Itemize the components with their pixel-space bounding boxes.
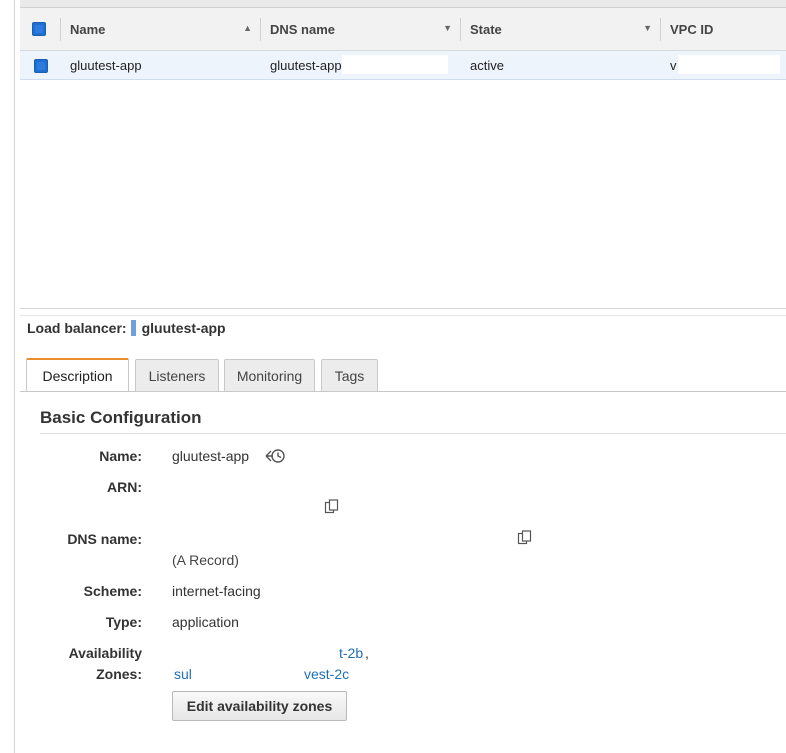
tab-label: Description <box>42 368 113 384</box>
row-dns-name: gluutest-app <box>270 58 342 73</box>
column-header-state[interactable]: State ▼ <box>460 8 660 51</box>
dns-name-label: DNS name: <box>67 531 142 547</box>
availability-zones-label: Availability <box>68 645 142 661</box>
detail-panel-title: Load balancer: gluutest-app <box>27 320 226 336</box>
tab-monitoring[interactable]: Monitoring <box>224 359 315 392</box>
list-separator: , <box>365 645 369 661</box>
sort-menu-icon[interactable]: ▼ <box>443 23 452 33</box>
row-name: gluutest-app <box>70 58 142 73</box>
subnet-link[interactable]: sul <box>174 666 192 682</box>
redaction-box <box>678 55 780 74</box>
dns-record-type: (A Record) <box>172 552 239 568</box>
tab-label: Monitoring <box>236 368 303 384</box>
availability-zones-label-line2: Zones: <box>96 666 142 682</box>
column-header-label: VPC ID <box>670 22 714 37</box>
redaction-box <box>342 55 448 74</box>
name-value: gluutest-app <box>172 448 250 464</box>
row-vpc-id: v <box>670 58 677 73</box>
toolbar-strip <box>20 0 786 8</box>
copy-arn-icon[interactable] <box>324 499 340 515</box>
sort-menu-icon[interactable]: ▼ <box>643 23 652 33</box>
table-row[interactable]: gluutest-app gluutest-app active v <box>20 51 786 80</box>
type-value: application <box>172 614 239 630</box>
scheme-value: internet-facing <box>172 583 261 599</box>
panel-divider-shadow <box>20 315 786 316</box>
availability-zone-link[interactable]: t-2b <box>339 645 363 661</box>
availability-zone-link[interactable]: vest-2c <box>304 666 349 682</box>
load-balancer-name: gluutest-app <box>141 320 226 336</box>
tabs-underline <box>20 391 786 392</box>
copy-dns-icon[interactable] <box>517 530 533 546</box>
select-all-checkbox[interactable] <box>32 22 46 36</box>
left-panel-border <box>14 0 15 753</box>
name-label: Name: <box>99 448 142 464</box>
load-balancer-label: Load balancer: <box>27 320 127 336</box>
edit-availability-zones-button[interactable]: Edit availability zones <box>172 691 347 721</box>
section-title: Basic Configuration <box>40 408 202 427</box>
tab-label: Listeners <box>148 368 206 384</box>
status-marker <box>130 320 136 336</box>
row-state: active <box>470 58 504 73</box>
tab-label: Tags <box>334 368 365 384</box>
tab-description[interactable]: Description <box>26 358 129 392</box>
column-header-label: DNS name <box>270 22 336 37</box>
panel-divider[interactable] <box>20 308 786 309</box>
column-header-name[interactable]: Name ▲ <box>60 8 260 51</box>
sort-ascending-icon[interactable]: ▲ <box>243 23 252 33</box>
arn-label: ARN: <box>107 479 142 495</box>
history-icon[interactable] <box>260 447 286 465</box>
column-header-label: Name <box>70 22 106 37</box>
type-label: Type: <box>105 614 142 630</box>
column-header-dns-name[interactable]: DNS name ▼ <box>260 8 460 51</box>
table-header: Name ▲ DNS name ▼ State ▼ VPC ID <box>20 8 786 51</box>
section-divider <box>40 433 786 434</box>
column-header-vpc-id[interactable]: VPC ID <box>660 8 786 51</box>
column-header-label: State <box>470 22 502 37</box>
tab-tags[interactable]: Tags <box>321 359 378 392</box>
scheme-label: Scheme: <box>83 583 142 599</box>
tab-listeners[interactable]: Listeners <box>135 359 219 392</box>
row-checkbox[interactable] <box>34 59 48 73</box>
